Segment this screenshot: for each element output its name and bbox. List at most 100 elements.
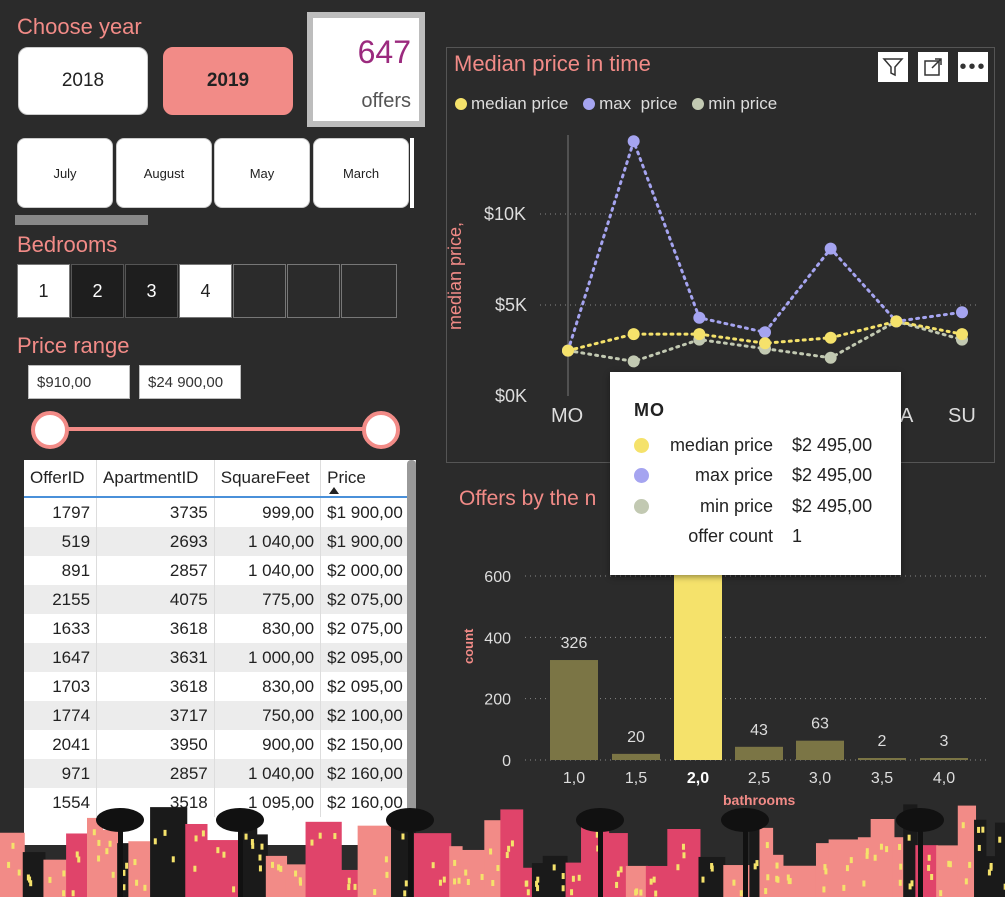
skyline-window [968,861,972,868]
skyline-building [100,829,120,897]
skyline-building [645,865,670,897]
skyline-window [133,859,137,866]
bar[interactable] [674,545,722,760]
skyline-window [270,861,274,868]
bar-ytick: 200 [484,692,511,709]
skyline-window [910,880,914,887]
skyline-window [62,870,66,877]
skyline-window [105,848,109,855]
bar[interactable] [550,660,598,760]
skyline-window [507,845,511,852]
skyline-building [128,841,153,897]
skyline-window [11,842,15,849]
bar-category-label: 1,5 [625,770,647,787]
skyline-window [97,855,101,862]
skyline-window [822,886,826,893]
tooltip-row-min: min price $2 495,00 [610,493,901,523]
skyline-window [464,869,468,876]
skyline-window [403,890,407,897]
skyline-building [857,837,873,897]
skyline-window [989,862,993,869]
skyline-window [457,877,461,884]
skyline-window [845,865,849,872]
skyline-window [298,877,302,884]
tooltip-dot-median [634,438,649,453]
palm-trunk [408,825,413,897]
skyline-window [766,874,770,881]
skyline-window [775,862,779,869]
skyline-window [765,842,769,849]
skyline-window [981,826,985,833]
skyline-window [561,873,565,880]
tooltip-label: median price [669,435,773,455]
skyline-window [526,889,530,896]
bar[interactable] [735,746,783,760]
skyline-building [781,865,818,897]
skyline-window [961,822,965,829]
bar-data-label: 20 [627,729,645,746]
skyline-window [898,844,902,851]
chart-tooltip: MO median price $2 495,00 max price $2 4… [610,372,901,575]
skyline-window [491,879,495,886]
skyline-window [525,880,529,887]
skyline-window [619,866,623,873]
tooltip-dot-min [634,499,649,514]
skyline-window [384,856,388,863]
tooltip-value: $2 495,00 [792,435,873,455]
bar-data-label: 63 [811,716,829,733]
bar[interactable] [612,753,660,760]
skyline-window [865,848,869,855]
skyline-window [939,890,943,897]
bar-category-label: 3,5 [871,770,893,787]
skyline-window [244,833,248,840]
bar-category-label: 2,0 [687,770,709,787]
skyline-window [489,848,493,855]
skyline-window [48,876,52,883]
skyline-building [205,840,244,897]
tooltip-row-count: offer count 1 [610,523,901,553]
skyline-window [373,889,377,896]
skyline-window [77,856,81,863]
skyline-window [385,871,389,878]
bar[interactable] [920,758,968,760]
skyline-window [536,876,540,883]
skyline-window [222,851,226,858]
skyline-window [849,857,853,864]
skyline-window [615,881,619,888]
palm-trunk [598,825,603,897]
bar[interactable] [796,740,844,760]
skyline-building [22,852,46,897]
skyline-window [764,888,768,895]
skyline-decoration [0,804,1005,897]
skyline-window [570,889,574,896]
skyline-window [260,843,264,850]
skyline-window [552,864,556,871]
tooltip-row-median: median price $2 495,00 [610,432,901,462]
tooltip-value: 1 [792,526,803,546]
skyline-window [453,859,457,866]
skyline-building [936,845,960,897]
bar-category-label: 1,0 [563,770,585,787]
bar[interactable] [858,758,906,760]
skyline-window [899,863,903,870]
skyline-window [438,879,442,886]
skyline-window [571,875,575,882]
skyline-window [652,876,656,883]
skyline-building [0,832,25,897]
skyline-window [347,877,351,884]
skyline-window [639,889,643,896]
skyline-window [125,862,129,869]
skyline-window [135,879,139,886]
skyline-window [453,878,457,885]
skyline-window [232,886,236,893]
skyline-window [676,864,680,871]
skyline-window [431,862,435,869]
skyline-window [510,840,514,847]
skyline-building [449,846,463,897]
skyline-window [873,854,877,861]
skyline-window [171,856,175,863]
skyline-window [681,843,685,850]
skyline-window [153,838,157,845]
bar-data-label: 43 [750,722,768,739]
skyline-window [964,878,968,885]
